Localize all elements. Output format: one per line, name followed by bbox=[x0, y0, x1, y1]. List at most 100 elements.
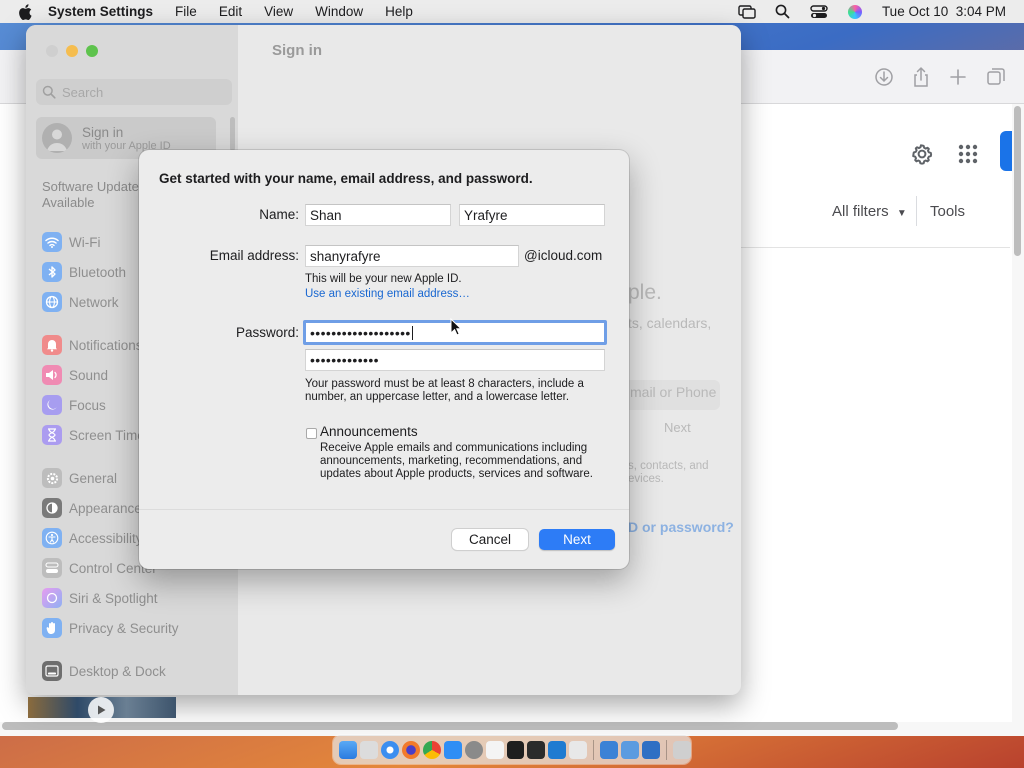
divider bbox=[740, 247, 1010, 248]
minimize-window-button[interactable] bbox=[66, 45, 78, 57]
safari-icon[interactable] bbox=[380, 740, 399, 759]
email-value: shanyrafyre bbox=[310, 248, 381, 264]
sidebar-item-general[interactable]: General bbox=[42, 467, 117, 489]
sidebar-item-label: Wi-Fi bbox=[69, 234, 101, 250]
name-label: Name: bbox=[259, 207, 299, 222]
system-settings-icon[interactable] bbox=[464, 740, 483, 759]
menu-view[interactable]: View bbox=[264, 4, 293, 19]
firefox-icon[interactable] bbox=[401, 740, 420, 759]
first-name-field[interactable]: Shan bbox=[305, 204, 451, 226]
menu-bar: System Settings File Edit View Window He… bbox=[0, 0, 1024, 23]
trash-icon[interactable] bbox=[673, 740, 691, 759]
sidebar-item-label: Notifications bbox=[69, 337, 143, 353]
downloads-stack-icon[interactable] bbox=[600, 740, 619, 759]
dock-icon bbox=[42, 661, 62, 681]
sidebar-item-label: Accessibility bbox=[69, 530, 143, 546]
toggles-icon bbox=[42, 558, 62, 578]
close-window-button[interactable] bbox=[46, 45, 58, 57]
announcements-label[interactable]: Announcements bbox=[320, 424, 418, 439]
sidebar-item-siri-spotlight[interactable]: Siri & Spotlight bbox=[42, 587, 158, 609]
vertical-scroll-thumb[interactable] bbox=[1014, 106, 1021, 256]
horizontal-scroll-thumb[interactable] bbox=[2, 722, 898, 730]
menu-edit[interactable]: Edit bbox=[219, 4, 242, 19]
announcements-checkbox[interactable] bbox=[306, 428, 317, 439]
app-store-icon[interactable] bbox=[443, 740, 462, 759]
sidebar-item-desktop-dock[interactable]: Desktop & Dock bbox=[42, 660, 166, 682]
settings-gear-icon[interactable] bbox=[908, 140, 936, 168]
launchpad-icon[interactable] bbox=[359, 740, 378, 759]
dock-divider bbox=[666, 739, 668, 760]
new-tab-icon[interactable] bbox=[947, 66, 969, 88]
menu-window[interactable]: Window bbox=[315, 4, 363, 19]
sign-in-title: Sign in bbox=[82, 124, 124, 140]
menu-app-name[interactable]: System Settings bbox=[48, 4, 153, 19]
apps-grid-icon[interactable] bbox=[956, 142, 980, 166]
account-button[interactable] bbox=[1000, 131, 1012, 171]
verify-password-field[interactable]: ••••••••••••• bbox=[305, 349, 605, 371]
applications-stack-icon[interactable] bbox=[642, 740, 661, 759]
sidebar-item-label: Appearance bbox=[69, 500, 142, 516]
faded-note-line-1: s, contacts, and bbox=[628, 460, 709, 472]
spotlight-search-icon[interactable] bbox=[774, 4, 792, 20]
tab-overview-icon[interactable] bbox=[985, 66, 1007, 88]
siri-icon[interactable] bbox=[846, 4, 864, 20]
sidebar-item-appearance[interactable]: Appearance bbox=[42, 497, 142, 519]
sidebar-item-label: General bbox=[69, 470, 118, 486]
vscode-icon[interactable] bbox=[548, 740, 567, 759]
play-icon[interactable] bbox=[88, 697, 114, 723]
finder-icon[interactable] bbox=[339, 740, 357, 759]
sidebar-item-accessibility[interactable]: Accessibility bbox=[42, 527, 143, 549]
menu-help[interactable]: Help bbox=[385, 4, 413, 19]
sidebar-item-label: Sound bbox=[69, 367, 109, 383]
menu-file[interactable]: File bbox=[175, 4, 197, 19]
all-filters-label: All filters bbox=[832, 203, 889, 220]
script-editor-icon[interactable] bbox=[527, 740, 546, 759]
faded-pane-heading: ple. bbox=[628, 281, 662, 304]
sidebar-search-field[interactable]: Search bbox=[36, 79, 232, 105]
apple-menu-icon[interactable] bbox=[18, 3, 34, 20]
sidebar-item-label: Network bbox=[69, 294, 119, 310]
menu-clock[interactable]: Tue Oct 10 3:04 PM bbox=[882, 4, 1006, 19]
email-label: Email address: bbox=[209, 248, 299, 263]
share-icon[interactable] bbox=[910, 66, 932, 88]
sidebar-item-network[interactable]: Network bbox=[42, 291, 119, 313]
software-update-notice[interactable]: Software Update Available bbox=[42, 179, 139, 211]
sheet-divider bbox=[139, 509, 629, 510]
chrome-icon[interactable] bbox=[422, 740, 441, 759]
sidebar-scroll-thumb[interactable] bbox=[230, 117, 235, 151]
screen-mirroring-icon[interactable] bbox=[738, 4, 756, 20]
downloads-icon[interactable] bbox=[873, 66, 895, 88]
sidebar-item-label: Focus bbox=[69, 397, 106, 413]
last-name-field[interactable]: Yrafyre bbox=[459, 204, 605, 226]
password-rule-line-1: Your password must be at least 8 charact… bbox=[305, 378, 584, 390]
sidebar-item-focus[interactable]: Focus bbox=[42, 394, 106, 416]
textedit-icon[interactable] bbox=[485, 740, 504, 759]
next-button[interactable]: Next bbox=[539, 529, 615, 550]
search-placeholder: Search bbox=[62, 84, 104, 100]
sidebar-item-notifications[interactable]: Notifications bbox=[42, 334, 143, 356]
faded-next-button: Next bbox=[664, 420, 691, 435]
announcements-description: Receive Apple emails and communications … bbox=[320, 442, 593, 480]
cancel-button[interactable]: Cancel bbox=[452, 529, 528, 550]
chevron-down-icon: ▼ bbox=[896, 208, 907, 219]
zoom-window-button[interactable] bbox=[86, 45, 98, 57]
all-filters-button[interactable]: All filters ▼ bbox=[832, 203, 907, 220]
documents-stack-icon[interactable] bbox=[621, 740, 640, 759]
last-name-value: Yrafyre bbox=[464, 207, 508, 223]
sidebar-item-screen-time[interactable]: Screen Time bbox=[42, 424, 145, 446]
hourglass-icon bbox=[42, 425, 62, 445]
sidebar-item-bluetooth[interactable]: Bluetooth bbox=[42, 261, 126, 283]
globe-icon bbox=[42, 292, 62, 312]
sidebar-item-label: Privacy & Security bbox=[69, 620, 179, 636]
use-existing-email-link[interactable]: Use an existing email address… bbox=[305, 288, 470, 300]
sidebar-item-sound[interactable]: Sound bbox=[42, 364, 108, 386]
sidebar-item-wifi[interactable]: Wi-Fi bbox=[42, 231, 100, 253]
sidebar-item-privacy-security[interactable]: Privacy & Security bbox=[42, 617, 179, 639]
email-field[interactable]: shanyrafyre bbox=[305, 245, 519, 267]
control-center-icon[interactable] bbox=[810, 4, 828, 20]
dock-divider bbox=[593, 739, 595, 760]
terminal-icon[interactable] bbox=[506, 740, 525, 759]
tools-button[interactable]: Tools bbox=[930, 203, 965, 220]
hand-icon bbox=[42, 618, 62, 638]
preview-icon[interactable] bbox=[569, 740, 588, 759]
